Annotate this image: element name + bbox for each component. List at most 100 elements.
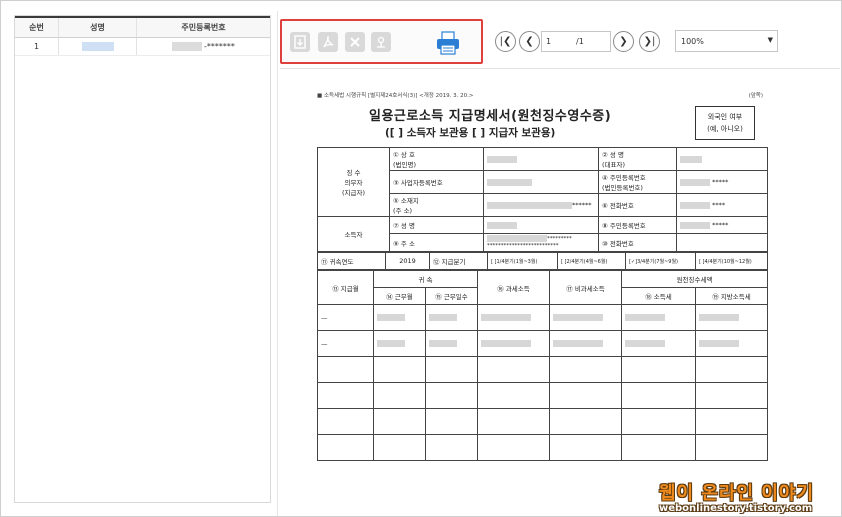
current-page: 1: [546, 37, 552, 46]
masked-phone-payer: ****: [712, 201, 726, 209]
viewer-window: 순번 성명 주민등록번호 1 -******* |❮ ❮ 1 /1 ❯ ❯| 1…: [0, 0, 842, 517]
table-row: [317, 382, 769, 409]
employee-list-header: 순번 성명 주민등록번호: [15, 16, 270, 38]
field-business-no: ③ 사업자등록번호: [389, 170, 484, 194]
chevron-down-icon: ▼: [767, 36, 773, 44]
value-business-no: [483, 170, 599, 194]
col-taxable: ⑯ 과세소득: [477, 270, 550, 305]
next-page-button[interactable]: ❯: [613, 31, 634, 52]
field-earner-resident-no: ⑧ 주민등록번호: [598, 216, 677, 234]
table-row: [317, 434, 769, 461]
field-location: ⑤ 소재지 (주 소): [389, 193, 484, 217]
export-toolbar-highlight: [280, 19, 483, 64]
masked-resident-no-payer: *****: [712, 178, 729, 186]
toolbar-separator: [280, 68, 840, 69]
last-page-icon: ❯|: [643, 36, 656, 47]
hwp-disabled-icon[interactable]: [371, 32, 391, 52]
next-page-icon: ❯: [619, 36, 628, 47]
value-phone-payer: ****: [676, 193, 768, 217]
field-earner-address: ⑨ 주 소: [389, 233, 484, 252]
year-value: 2019: [385, 252, 430, 270]
field-earner-phone: ⑩ 전화번호: [598, 233, 677, 252]
period-table: ⑪ 귀속연도 2019 ⑫ 지급분기 [ ]1/4분기(1월~3월) [ ]2/…: [317, 252, 768, 270]
foreigner-box: 외국인 여부 (예, 아니오): [695, 106, 755, 140]
col-withholding: 원천징수세액: [620, 270, 769, 288]
col-gwisok: 귀 속: [373, 270, 478, 288]
total-pages: /1: [576, 37, 584, 46]
quarter-4: [ ]4/4분기(10월~12월): [695, 252, 768, 270]
col-local-tax: ⑲ 지방소득세: [694, 287, 769, 305]
employee-row-no: 1: [15, 38, 59, 55]
value-location: ******: [483, 193, 599, 217]
table-row: [317, 408, 769, 435]
year-label: ⑪ 귀속연도: [317, 252, 386, 270]
payer-label: 징 수 의무자 (지급자): [317, 147, 390, 217]
zoom-value: 100%: [681, 37, 704, 46]
form-reference: ■ 소득세법 시행규칙 [별지제24호서식(3)] <개정 2019. 3. 2…: [317, 91, 767, 99]
print-button[interactable]: [435, 31, 461, 55]
quarter-1: [ ]1/4분기(1월~3월): [487, 252, 558, 270]
payment-detail-table: ⑬ 지급월 귀 속 ⑯ 과세소득 ⑰ 비과세소득 원천징수세액 ⑭ 근무월 ⑮ …: [317, 270, 769, 461]
masked-resident-no: -*******: [204, 42, 235, 51]
field-earner-name: ⑦ 성 명: [389, 216, 484, 234]
employee-row[interactable]: 1 -*******: [15, 38, 270, 56]
field-company-name: ① 상 호 (법인명): [389, 147, 484, 171]
col-header-name: 성명: [59, 18, 137, 37]
value-company-name: [483, 147, 599, 171]
blurred-name: [81, 42, 114, 51]
document-title: 일용근로소득 지급명세서(원천징수영수증): [369, 109, 612, 124]
quarter-2: [ ]2/4분기(4월~6월): [557, 252, 626, 270]
col-income-tax: ⑱ 소득세: [621, 287, 696, 305]
foreigner-label: 외국인 여부: [707, 113, 743, 121]
prev-page-icon: ❮: [525, 36, 534, 47]
foreigner-options: (예, 아니오): [707, 125, 743, 133]
withholding-form: 징 수 의무자 (지급자) ① 상 호 (법인명) ② 성 명 (대표자) ③ …: [317, 143, 769, 461]
save-disabled-icon[interactable]: [290, 32, 310, 52]
page-number-input[interactable]: 1 /1: [541, 31, 611, 52]
first-page-icon: |❮: [499, 36, 512, 47]
value-earner-name: [483, 216, 599, 234]
employee-row-name: [59, 38, 137, 55]
masked-address-2: **************************: [487, 243, 559, 249]
employee-list-panel: 순번 성명 주민등록번호 1 -*******: [14, 15, 271, 503]
col-header-no: 순번: [15, 18, 59, 37]
form-reference-text: ■ 소득세법 시행규칙 [별지제24호서식(3)] <개정 2019. 3. 2…: [317, 93, 474, 99]
quarter-3: [✓]3/4분기(7월~9월): [625, 252, 696, 270]
col-header-resident-no: 주민등록번호: [181, 23, 226, 32]
earner-label: 소득자: [317, 216, 390, 252]
payer-earner-table: 징 수 의무자 (지급자) ① 상 호 (법인명) ② 성 명 (대표자) ③ …: [317, 147, 768, 252]
page-side-label: (앞쪽): [748, 93, 763, 99]
table-row: —: [317, 330, 769, 357]
employee-row-resident-no: -*******: [137, 38, 270, 55]
blurred-resident-no: [172, 42, 203, 51]
value-earner-resident-no: *****: [676, 216, 768, 234]
col-work-month: ⑭ 근무월: [373, 287, 426, 305]
last-page-button[interactable]: ❯|: [639, 31, 660, 52]
blog-watermark: 웹이 온라인 이야기 webonlinestory.tistory.com: [659, 479, 829, 514]
excel-disabled-icon[interactable]: [345, 32, 365, 52]
field-resident-no: ④ 주민등록번호 (법인등록번호): [598, 170, 677, 194]
field-representative: ② 성 명 (대표자): [598, 147, 677, 171]
value-resident-no: *****: [676, 170, 768, 194]
value-earner-phone: [676, 233, 768, 252]
watermark-url: webonlinestory.tistory.com: [659, 503, 813, 514]
zoom-select[interactable]: 100% ▼: [675, 30, 778, 52]
document-preview: ■ 소득세법 시행규칙 [별지제24호서식(3)] <개정 2019. 3. 2…: [317, 91, 769, 511]
document-subtitle: ([ ] 소득자 보관용 [ ] 지급자 보관용): [385, 127, 556, 139]
pdf-disabled-icon[interactable]: [318, 32, 338, 52]
masked-location: ******: [572, 201, 592, 209]
value-representative: [676, 147, 768, 171]
field-phone-payer: ⑥ 전화번호: [598, 193, 677, 217]
first-page-button[interactable]: |❮: [495, 31, 516, 52]
prev-page-button[interactable]: ❮: [519, 31, 540, 52]
print-icon: [437, 31, 459, 55]
table-row: —: [317, 304, 769, 331]
masked-address-1: *********: [547, 236, 572, 242]
table-row: [317, 356, 769, 383]
period-label: ⑫ 지급분기: [429, 252, 488, 270]
value-earner-address: ********* **************************: [483, 233, 599, 252]
panel-divider: [277, 11, 278, 516]
masked-earner-resident-no: *****: [712, 221, 729, 229]
col-nontaxable: ⑰ 비과세소득: [549, 270, 622, 305]
col-work-days: ⑮ 근무일수: [425, 287, 478, 305]
